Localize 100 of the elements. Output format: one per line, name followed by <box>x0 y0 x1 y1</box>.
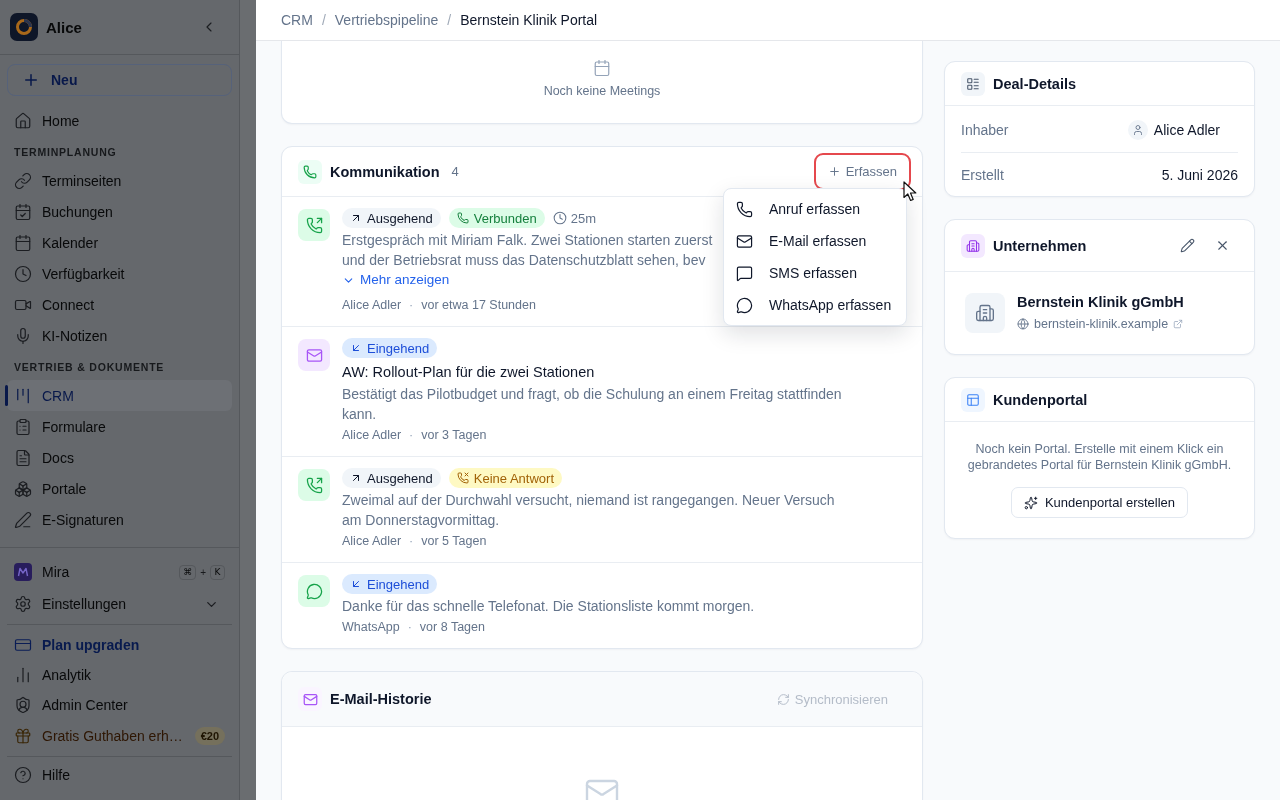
nav-item[interactable]: Mira ⌘ + K <box>7 556 232 588</box>
add-button[interactable]: Erfassen <box>813 153 911 190</box>
meta-separator: · <box>409 297 414 314</box>
nav-item[interactable]: Docs <box>7 442 232 473</box>
home-icon <box>14 111 32 130</box>
layout-icon <box>961 387 985 412</box>
clock-icon <box>14 264 32 283</box>
breadcrumb-link[interactable]: CRM <box>281 12 313 28</box>
building-icon <box>961 233 985 258</box>
nav-item[interactable]: Terminseiten <box>7 165 232 196</box>
message-preview: Bestätigt das Pilotbudget und fragt, ob die Schulung an einem Freitag stattfinden kann. <box>342 385 843 424</box>
help-icon <box>14 766 32 784</box>
menu-item[interactable]: SMS erfassen <box>728 257 902 289</box>
refresh-icon <box>776 692 790 706</box>
section-heading: TERMINPLANUNG <box>13 145 118 160</box>
link-icon <box>14 171 32 190</box>
shortcut-key: K <box>210 564 225 580</box>
meta-separator: · <box>409 533 414 550</box>
field-value: 5. Juni 2026 <box>1161 166 1238 183</box>
nav-item[interactable]: Verfügbarkeit <box>7 258 232 289</box>
breadcrumb-link[interactable]: Vertriebspipeline <box>334 12 439 28</box>
gift-icon <box>14 727 32 745</box>
call-duration: 25m <box>570 210 596 226</box>
nav-item[interactable]: E-Signaturen <box>7 504 232 535</box>
globe-icon <box>1017 318 1029 330</box>
nav-item[interactable]: Analytik <box>7 660 232 690</box>
menu-item[interactable]: WhatsApp erfassen <box>728 289 902 321</box>
show-more-link[interactable]: Mehr anzeigen <box>342 270 450 290</box>
phone-missed-icon <box>456 472 469 484</box>
card-title: Unternehmen <box>993 237 1087 254</box>
menu-item[interactable]: Anruf erfassen <box>728 193 902 225</box>
chat-bubble-icon <box>736 296 753 314</box>
building-icon <box>965 293 1005 333</box>
badge-label: Eingehend <box>367 340 430 356</box>
plus-icon <box>22 71 40 89</box>
field-label: Erstellt <box>961 166 1004 183</box>
bar-chart-icon <box>14 666 32 684</box>
message-preview: Danke für das schnelle Telefonat. Die Stationsliste kommt morgen. <box>342 597 756 616</box>
mail-icon <box>298 687 322 711</box>
message-preview: Zweimal auf der Durchwahl versucht, niemand ist rangegangen. Neuer Versuch am Donnerstagvormittag. <box>342 491 836 530</box>
website-link[interactable]: bernstein-klinik.example <box>1017 315 1184 333</box>
breadcrumb-current[interactable]: Bernstein Klinik Portal <box>460 12 598 28</box>
company-name: Bernstein Klinik gGmbH <box>1017 293 1184 311</box>
nav-item[interactable]: Einstellungen <box>7 588 232 620</box>
phone-outgoing-icon <box>298 209 330 241</box>
shield-user-icon <box>14 696 32 714</box>
calendar-icon <box>593 59 611 77</box>
phone-icon <box>456 212 469 224</box>
kanban-icon <box>14 386 32 405</box>
document-icon <box>14 448 32 467</box>
nav-item[interactable]: Connect <box>7 289 232 320</box>
breadcrumb-separator: / <box>321 12 326 28</box>
nav-item[interactable]: Plan upgraden <box>7 630 232 660</box>
author-name: Alice Adler <box>342 297 402 314</box>
arrow-down-left-icon <box>350 342 362 354</box>
user-avatar-icon <box>1127 120 1148 140</box>
new-button[interactable]: Neu <box>7 64 232 96</box>
timestamp: vor 5 Tagen <box>421 533 487 550</box>
nav-item[interactable]: KI-Notizen <box>7 320 232 351</box>
nav-item[interactable]: CRM <box>7 380 232 411</box>
nav-item[interactable]: Hilfe <box>7 761 232 789</box>
timestamp: vor 3 Tagen <box>421 427 487 444</box>
boxes-icon <box>14 479 32 498</box>
count-label: 4 <box>451 164 459 179</box>
create-portal-button[interactable]: Kundenportal erstellen <box>1010 487 1189 518</box>
author-name: Alice Adler <box>342 533 402 550</box>
workspace-name: Alice <box>46 18 82 36</box>
badge-label: Ausgehend <box>367 210 433 226</box>
badge-label: Eingehend <box>367 576 430 592</box>
badge-label: Verbunden <box>473 210 537 226</box>
arrow-down-left-icon <box>350 578 362 590</box>
m-logo-icon <box>14 563 32 581</box>
sparkles-icon <box>1023 495 1038 510</box>
pen-icon <box>14 510 32 529</box>
nav-item[interactable]: Formulare <box>7 411 232 442</box>
message-preview: Erstgespräch mit Miriam Falk. Zwei Stationen starten zuerst und der Betriebsrat muss das Datenschutzblatt sehen, bev <box>342 231 714 270</box>
shortcut-joiner: + <box>200 566 206 578</box>
nav-item[interactable]: Portale <box>7 473 232 504</box>
calendar-check-icon <box>14 202 32 221</box>
nav-item[interactable]: Gratis Guthaben erh… €20 <box>7 720 232 752</box>
nav-item[interactable]: Home <box>7 105 232 136</box>
arrow-up-right-icon <box>350 472 362 484</box>
badge-label: Ausgehend <box>367 470 433 486</box>
breadcrumb-separator: / <box>447 12 452 28</box>
menu-item[interactable]: E-Mail erfassen <box>728 225 902 257</box>
field-label: Inhaber <box>961 122 1009 138</box>
nav-item[interactable]: Admin Center <box>7 690 232 720</box>
timestamp: vor 8 Tagen <box>419 619 485 636</box>
mail-icon <box>736 232 753 250</box>
badge-label: Keine Antwort <box>473 470 554 486</box>
field-value: Alice Adler <box>1153 122 1220 138</box>
portal-description: Noch kein Portal. Erstelle mit einem Klick ein gebrandetes Portal für Bernstein Klinik gGmbH. <box>966 441 1233 473</box>
microphone-icon <box>14 326 32 345</box>
nav-item[interactable]: Buchungen <box>7 196 232 227</box>
nav-item[interactable]: Kalender <box>7 227 232 258</box>
external-link-icon <box>1173 319 1184 329</box>
edit-icon[interactable] <box>1180 238 1195 253</box>
close-icon[interactable] <box>1215 238 1230 253</box>
calendar-icon <box>14 233 32 252</box>
message-subject: AW: Rollout-Plan für die zwei Stationen <box>342 363 596 382</box>
